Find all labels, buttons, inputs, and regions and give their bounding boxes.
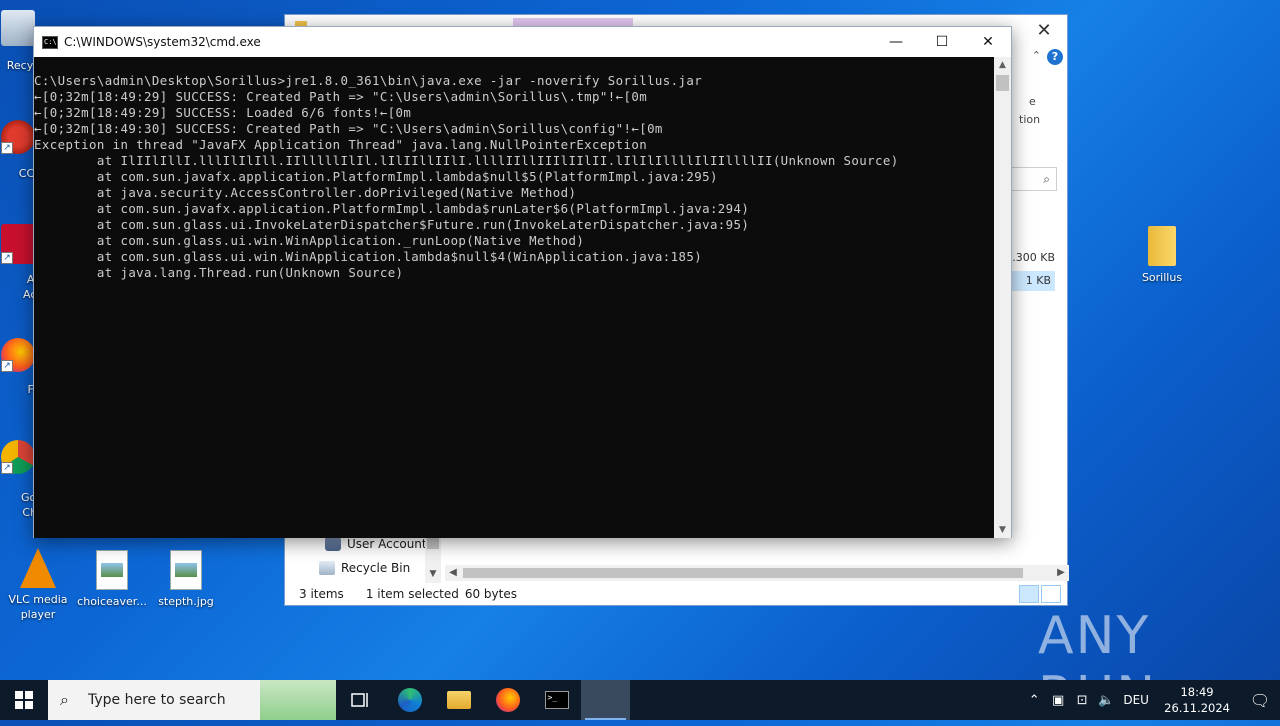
task-view-icon: [350, 693, 368, 707]
start-button[interactable]: [0, 680, 48, 720]
horizontal-scrollbar[interactable]: ◀ ▶: [445, 565, 1069, 581]
user-accounts-icon: [325, 537, 341, 551]
network-icon[interactable]: ⊡: [1070, 693, 1094, 708]
volume-icon[interactable]: 🔈: [1094, 693, 1118, 708]
shortcut-arrow-icon: ↗: [1, 360, 13, 372]
image-file-icon: [96, 550, 128, 590]
cmd-window[interactable]: C:\ C:\WINDOWS\system32\cmd.exe — ☐ ✕ C:…: [33, 26, 1012, 538]
search-icon: ⌕: [1043, 172, 1050, 186]
close-button[interactable]: ✕: [965, 27, 1011, 57]
console-area[interactable]: C:\Users\admin\Desktop\Sorillus>jre1.8.0…: [34, 57, 995, 538]
recycle-bin-icon: [1, 10, 35, 46]
desktop-icon-label: stepth.jpg: [158, 595, 214, 608]
scroll-down-arrow-icon[interactable]: ▼: [994, 522, 1011, 538]
edge-taskbar-button[interactable]: [385, 680, 434, 720]
ccleaner-icon: ↗: [1, 120, 35, 154]
desktop-icon-label: choiceaver...: [77, 595, 147, 608]
firefox-taskbar-button[interactable]: [483, 680, 532, 720]
explorer-close-button[interactable]: ✕: [1031, 19, 1057, 43]
chrome-icon: ↗: [1, 440, 35, 474]
vlc-icon: [20, 548, 56, 588]
system-tray: ⌃ ▣ ⊡ 🔈 DEU 18:49 26.11.2024 🗨: [1022, 680, 1280, 720]
notification-icon[interactable]: 🗨: [1240, 691, 1280, 710]
desktop-icon-choiceaver[interactable]: choiceaver...: [74, 550, 150, 609]
shortcut-arrow-icon: ↗: [1, 142, 13, 154]
taskbar-search-box[interactable]: ⌕ Type here to search: [48, 680, 336, 720]
search-icon: ⌕: [60, 690, 69, 709]
cmd-title: C:\WINDOWS\system32\cmd.exe: [64, 35, 261, 49]
file-explorer-taskbar-button[interactable]: [434, 680, 483, 720]
ribbon-text-1: e: [1029, 95, 1036, 108]
nav-item-recycle-bin[interactable]: Recycle Bin: [319, 561, 410, 575]
search-placeholder: Type here to search: [88, 692, 226, 708]
cmd-taskbar-button[interactable]: >_: [532, 680, 581, 720]
recycle-bin-icon: [319, 561, 335, 575]
console-scrollbar[interactable]: ▲ ▼: [994, 57, 1011, 538]
folder-icon: [1148, 226, 1176, 266]
scroll-thumb[interactable]: [463, 568, 1023, 578]
nav-item-user-accounts[interactable]: User Accounts: [325, 537, 433, 551]
windows-logo-icon: [15, 691, 33, 709]
image-file-icon: [170, 550, 202, 590]
shortcut-arrow-icon: ↗: [1, 462, 13, 474]
edge-icon: [397, 688, 422, 712]
language-indicator[interactable]: DEU: [1118, 693, 1154, 707]
desktop-icon-vlc[interactable]: VLC media player: [0, 548, 76, 622]
device-icon[interactable]: ▣: [1046, 693, 1070, 708]
large-icons-view-button[interactable]: [1041, 585, 1061, 603]
adobe-acrobat-icon: ↗: [1, 224, 35, 264]
status-items: 3 items: [299, 587, 344, 601]
scroll-right-arrow-icon[interactable]: ▶: [1053, 565, 1069, 581]
cmd-icon: >_: [544, 691, 569, 709]
firefox-icon: ↗: [1, 338, 35, 372]
task-view-button[interactable]: [336, 680, 385, 720]
scroll-thumb[interactable]: [427, 537, 439, 549]
ribbon-text-2: tion: [1019, 113, 1041, 126]
firefox-icon: [495, 688, 520, 712]
console-output: C:\Users\admin\Desktop\Sorillus>jre1.8.0…: [34, 73, 899, 280]
clock-time: 18:49: [1180, 685, 1214, 699]
status-bytes: 60 bytes: [464, 587, 517, 601]
search-box[interactable]: ⌕: [1009, 167, 1057, 191]
nav-pane-scrollbar[interactable]: ▼: [425, 535, 441, 583]
shortcut-arrow-icon: ↗: [1, 252, 13, 264]
file-size-cell: 0.300 KB: [1005, 251, 1055, 264]
scroll-thumb[interactable]: [996, 75, 1009, 91]
scroll-down-arrow-icon[interactable]: ▼: [425, 569, 441, 583]
view-toggle: [1019, 585, 1061, 603]
clock[interactable]: 18:49 26.11.2024: [1164, 684, 1230, 716]
scroll-left-arrow-icon[interactable]: ◀: [445, 565, 461, 581]
details-view-button[interactable]: [1019, 585, 1039, 603]
maximize-button[interactable]: ☐: [919, 27, 965, 57]
status-selected: 1 item selected: [365, 587, 459, 601]
minimize-button[interactable]: —: [873, 27, 919, 57]
ribbon-collapse-icon[interactable]: ⌃: [1032, 49, 1041, 62]
cmd-titlebar[interactable]: C:\ C:\WINDOWS\system32\cmd.exe — ☐ ✕: [34, 27, 1011, 57]
explorer-status-bar: 3 items 1 item selected 60 bytes: [285, 583, 1067, 605]
desktop-icon-label: Sorillus: [1141, 271, 1183, 284]
folder-icon: [446, 691, 471, 709]
desktop-icon-sorillus-folder[interactable]: Sorillus: [1124, 226, 1200, 285]
clock-date: 26.11.2024: [1164, 701, 1230, 715]
cmd-icon: C:\: [42, 35, 58, 49]
file-size-cell-selected: 1 KB: [1011, 271, 1055, 291]
nav-item-label: User Accounts: [347, 537, 433, 551]
scroll-up-arrow-icon[interactable]: ▲: [994, 57, 1011, 73]
chevron-up-icon[interactable]: ⌃: [1022, 693, 1046, 708]
search-highlight-image: [260, 680, 336, 720]
desktop-icon-stepth[interactable]: stepth.jpg: [148, 550, 224, 609]
desktop-icon-label: VLC media player: [8, 593, 68, 621]
taskbar: ⌕ Type here to search >_ ⌃ ▣ ⊡ 🔈 DEU 18:…: [0, 680, 1280, 720]
help-icon[interactable]: ?: [1047, 49, 1063, 65]
nav-item-label: Recycle Bin: [341, 561, 411, 575]
ribbon-text-fragment: e tion: [1019, 93, 1059, 129]
active-window-taskbar-button[interactable]: [581, 680, 630, 720]
